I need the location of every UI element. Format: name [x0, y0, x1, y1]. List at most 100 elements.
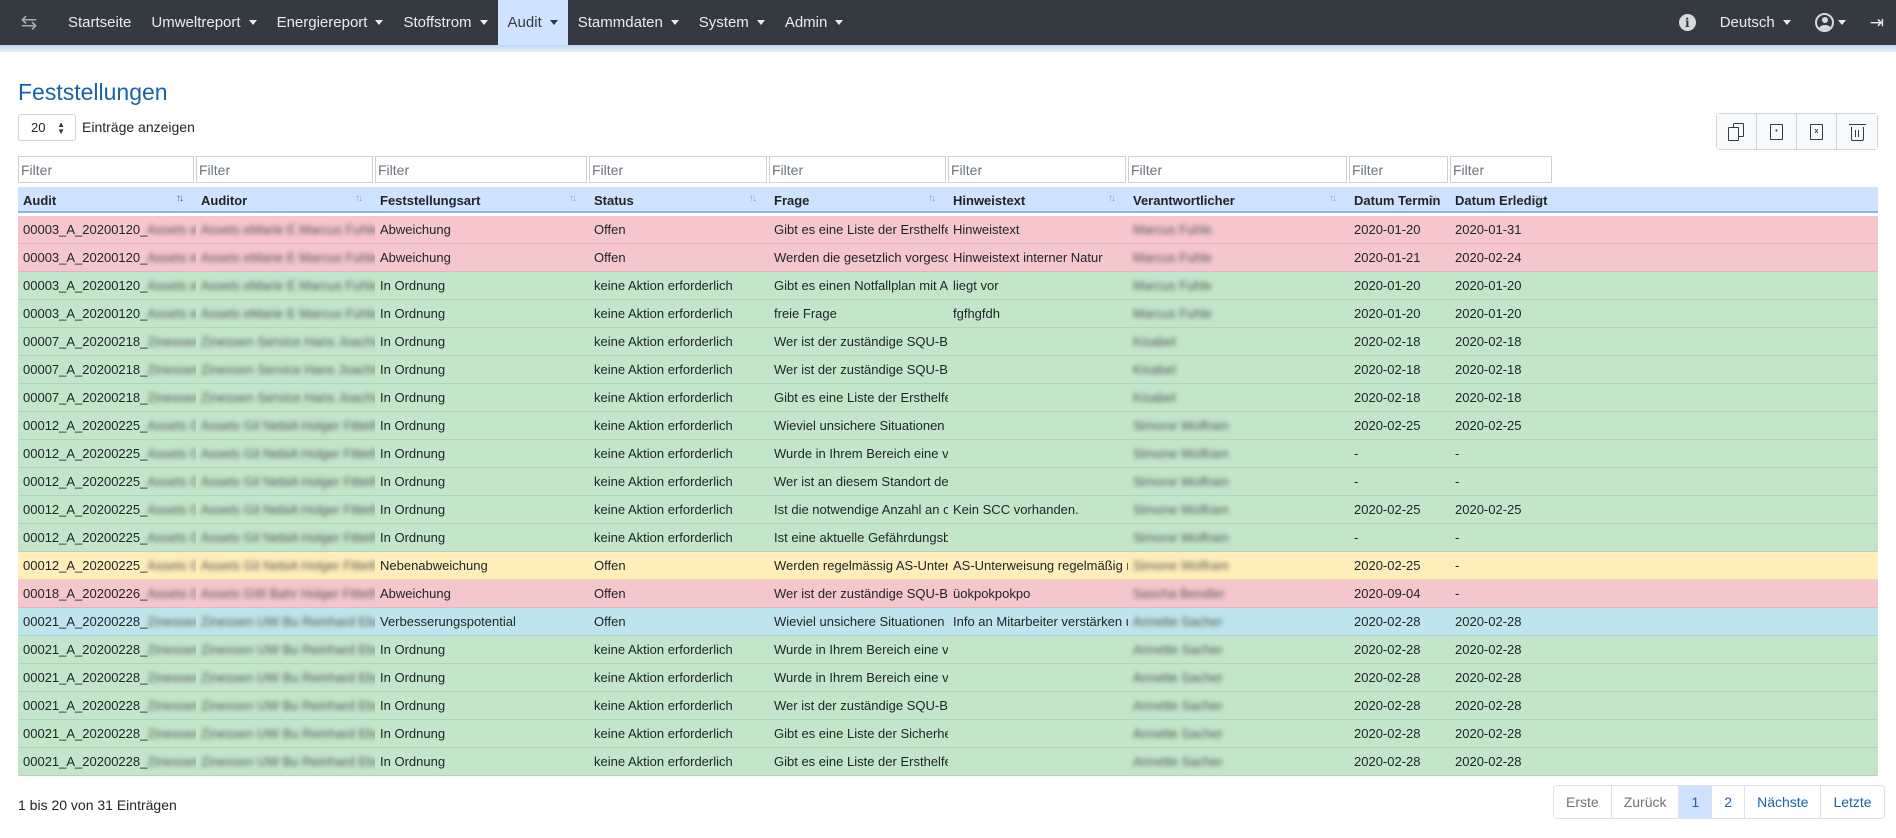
column-header-label: Feststellungsart [380, 192, 481, 208]
page-button-1[interactable]: 1 [1679, 786, 1713, 818]
cell-audit: 00021_A_20200228_Zinessen UW Bu Reinhard… [18, 692, 196, 719]
cell-hinweistext: fgfhgfdh [953, 306, 1000, 321]
table-row[interactable]: 00021_A_20200228_Zinessen UW Bu Reinhard… [18, 636, 1878, 664]
cell-datum-erledigt: 2020-01-20 [1455, 278, 1522, 293]
column-header-audit[interactable]: Audit ↑↓ [18, 187, 196, 213]
table-row[interactable]: 00003_A_20200120_Assets eMarie E Marcus … [18, 272, 1878, 300]
cell-status: Offen [594, 614, 626, 629]
table-row[interactable]: 00012_A_20200225_Assets Gil NebiA Holger… [18, 468, 1878, 496]
column-header-auditor[interactable]: Auditor ↑↓ [196, 187, 375, 213]
logout-button[interactable]: ⇥ [1858, 0, 1896, 45]
page-length-value: 20 [31, 120, 46, 135]
table-row[interactable]: 00021_A_20200228_Zinessen UW Bu Reinhard… [18, 748, 1878, 776]
column-header-status[interactable]: Status ↑↓ [589, 187, 769, 213]
column-header-verantwortlicher[interactable]: Verantwortlicher ↑↓ [1128, 187, 1349, 213]
filter-input-audit[interactable] [18, 156, 194, 183]
cell-datum-erledigt: - [1455, 558, 1460, 573]
nav-item-audit[interactable]: Audit [497, 0, 568, 45]
redacted-text: Zinessen UW Bu Reinhard Ebeling [147, 726, 196, 741]
pagination: Erste Zurück 1 2 Nächste Letzte [1553, 785, 1885, 819]
redacted-text: Zinessen UW Bu Reinhard Ebeling [147, 754, 196, 769]
page-button-2[interactable]: 2 [1712, 786, 1746, 818]
table-row[interactable]: 00012_A_20200225_Assets Gil NebiA Holger… [18, 496, 1878, 524]
filter-input-datum-termin[interactable] [1349, 156, 1448, 183]
cell-datum-termin: 2020-02-18 [1354, 390, 1421, 405]
nav-item-label: Startseite [68, 14, 132, 31]
page-button-nachste[interactable]: Nächste [1745, 786, 1822, 818]
cell-status: keine Aktion erforderlich [594, 390, 733, 405]
page-button-letzte[interactable]: Letzte [1821, 786, 1884, 818]
info-button[interactable]: i [1667, 0, 1708, 45]
nav-item-admin[interactable]: Admin [775, 0, 854, 45]
excel-file-icon: x [1810, 123, 1823, 140]
cell-auditor: Assets Gil NebiA Holger Fitteth [201, 530, 375, 545]
cell-frage: Ist eine aktuelle Gefährdungsbeurteilung [774, 530, 948, 545]
cell-datum-erledigt: 2020-02-28 [1455, 754, 1522, 769]
nav-item-stoffstrom[interactable]: Stoffstrom [393, 0, 497, 45]
nav-item-energiereport[interactable]: Energiereport [267, 0, 394, 45]
table-row[interactable]: 00012_A_20200225_Assets Gil NebiA Holger… [18, 412, 1878, 440]
cell-datum-termin: 2020-01-20 [1354, 306, 1421, 321]
cell-status: keine Aktion erforderlich [594, 502, 733, 517]
nav-item-label: Stammdaten [577, 14, 663, 31]
filter-input-verantwortlicher[interactable] [1128, 156, 1347, 183]
table-row[interactable]: 00012_A_20200225_Assets Gil NebiA Holger… [18, 524, 1878, 552]
nav-item-umweltreport[interactable]: Umweltreport [141, 0, 266, 45]
table-row[interactable]: 00018_A_20200226_Assets GW Bahr Holger F… [18, 580, 1878, 608]
delete-button[interactable] [1837, 114, 1877, 149]
copy-button[interactable] [1717, 114, 1757, 149]
filter-input-auditor[interactable] [196, 156, 373, 183]
filter-input-datum-erledigt[interactable] [1450, 156, 1552, 183]
table-row[interactable]: 00003_A_20200120_Assets eMarie E Marcus … [18, 244, 1878, 272]
cell-feststellungsart: In Ordnung [380, 502, 446, 517]
nav-item-stammdaten[interactable]: Stammdaten [568, 0, 689, 45]
nav-item-system[interactable]: System [689, 0, 775, 45]
table-row[interactable]: 00012_A_20200225_Assets Gil NebiA Holger… [18, 440, 1878, 468]
cell-frage: Wurde in Ihrem Bereich eine vEFK fest [774, 670, 948, 685]
table-row[interactable]: 00012_A_20200225_Assets Gil NebiA Holger… [18, 552, 1878, 580]
table-row[interactable]: 00003_A_20200120_Assets eMarie E Marcus … [18, 216, 1878, 244]
table-row[interactable]: 00021_A_20200228_Zinessen UW Bu Reinhard… [18, 692, 1878, 720]
table-row[interactable]: 00021_A_20200228_Zinessen UW Bu Reinhard… [18, 720, 1878, 748]
cell-verantwortlicher: Annette Sacher [1133, 754, 1223, 769]
cell-datum-erledigt: 2020-01-20 [1455, 306, 1522, 321]
cell-audit: 00007_A_20200218_Zinessen Service Hans J… [18, 356, 196, 383]
redacted-text: Zinessen Service Hans Joachim Neugebauer [147, 362, 196, 377]
cell-frage: Wer ist an diesem Standort der Beauftrag… [774, 474, 948, 489]
table-row[interactable]: 00007_A_20200218_Zinessen Service Hans J… [18, 356, 1878, 384]
table-row[interactable]: 00007_A_20200218_Zinessen Service Hans J… [18, 384, 1878, 412]
filter-input-feststellungsart[interactable] [375, 156, 587, 183]
filter-input-status[interactable] [589, 156, 767, 183]
language-dropdown[interactable]: Deutsch [1708, 0, 1803, 45]
cell-datum-erledigt: - [1455, 446, 1460, 461]
cell-auditor: Zinessen Service Hans Joachim Neugebauer [201, 334, 375, 349]
column-header-label: Datum Termin [1354, 192, 1441, 208]
chevron-down-icon [835, 20, 844, 25]
column-header-hinweistext[interactable]: Hinweistext ↑↓ [948, 187, 1128, 213]
table-row[interactable]: 00003_A_20200120_Assets eMarie E Marcus … [18, 300, 1878, 328]
page-button-erste[interactable]: Erste [1554, 786, 1612, 818]
exchange-arrows-icon[interactable]: ⇆ [0, 0, 58, 45]
cell-datum-termin: 2020-02-28 [1354, 642, 1421, 657]
table-row[interactable]: 00007_A_20200218_Zinessen Service Hans J… [18, 328, 1878, 356]
column-header-datum-termin[interactable]: Datum Termin ↑↓ [1349, 187, 1450, 213]
filter-input-hinweistext[interactable] [948, 156, 1126, 183]
filter-input-frage[interactable] [769, 156, 946, 183]
table-row[interactable]: 00021_A_20200228_Zinessen UW Bu Reinhard… [18, 608, 1878, 636]
page-button-zuruck[interactable]: Zurück [1611, 786, 1680, 818]
user-menu-dropdown[interactable] [1803, 0, 1858, 45]
nav-item-startseite[interactable]: Startseite [58, 0, 141, 45]
pdf-export-button[interactable]: • [1757, 114, 1797, 149]
page-title: Feststellungen [18, 79, 168, 105]
page-length-select[interactable]: 20 ▲ ▼ [18, 114, 76, 141]
sort-icon: ↑↓ [928, 193, 936, 204]
cell-audit: 00003_A_20200120_Assets eMarie E Marcus … [18, 244, 196, 271]
column-header-frage[interactable]: Frage ↑↓ [769, 187, 948, 213]
table-row[interactable]: 00021_A_20200228_Zinessen UW Bu Reinhard… [18, 664, 1878, 692]
redacted-text: Assets Gil NebiA Holger Fitteth [147, 530, 196, 545]
cell-datum-erledigt: 2020-02-25 [1455, 418, 1522, 433]
excel-export-button[interactable]: x [1797, 114, 1837, 149]
column-header-feststellungsart[interactable]: Feststellungsart ↑↓ [375, 187, 589, 213]
cell-hinweistext: Hinweistext interner Natur [953, 250, 1103, 265]
column-header-datum-erledigt[interactable]: Datum Erledigt ↑↓ [1450, 187, 1554, 213]
